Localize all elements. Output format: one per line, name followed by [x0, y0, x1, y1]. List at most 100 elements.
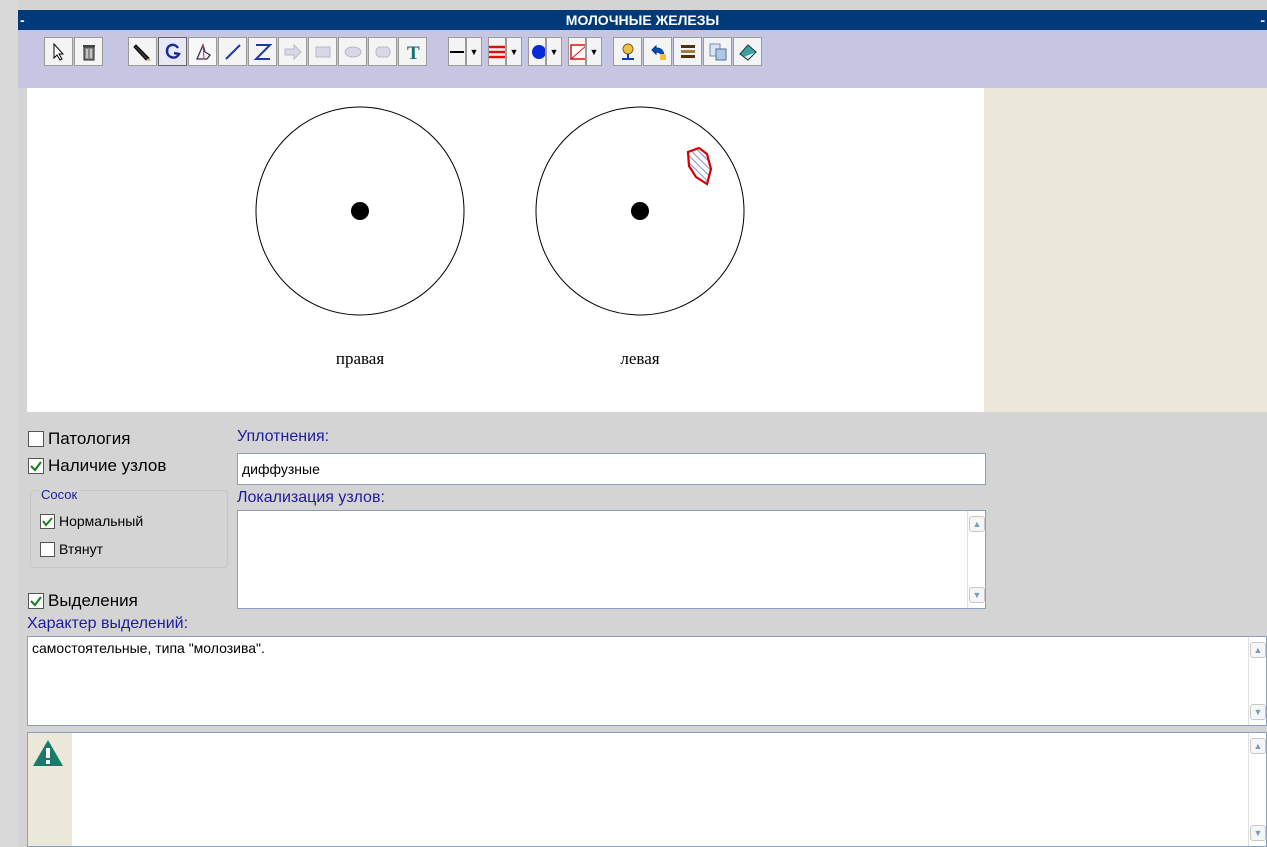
discharge-checkbox-row[interactable]: Выделения: [28, 591, 138, 611]
scroll-down-button[interactable]: ▼: [969, 587, 985, 603]
left-nipple-marker: [631, 202, 649, 220]
line-tool-button[interactable]: [218, 37, 247, 66]
stamp-icon: [621, 43, 634, 60]
dropdown-arrow-icon: ▼: [469, 46, 479, 57]
scroll-up-button[interactable]: ▲: [969, 516, 985, 532]
left-breast-label: левая: [620, 349, 659, 368]
svg-text:T: T: [407, 43, 420, 62]
eraser-icon: [738, 43, 757, 61]
breast-diagram-canvas[interactable]: правая левая: [27, 88, 984, 412]
nipple-normal-label: Нормальный: [59, 513, 144, 529]
line-width-icon: [489, 45, 505, 58]
line-style-dropdown[interactable]: ▼: [466, 37, 482, 66]
rectangle-icon: [315, 46, 330, 57]
line-width-dropdown[interactable]: ▼: [506, 37, 522, 66]
freehand-shape-tool-button[interactable]: [158, 37, 187, 66]
nodes-label: Наличие узлов: [48, 456, 167, 475]
breast-diagram: правая левая: [255, 106, 745, 368]
rounded-rect-tool-button[interactable]: [368, 37, 397, 66]
nipple-normal-checkbox[interactable]: [40, 513, 55, 529]
nodes-location-label: Локализация узлов:: [237, 489, 385, 506]
zigzag-icon: [253, 43, 272, 60]
checkmark-icon: [42, 516, 53, 527]
scroll-down-icon: ▼: [1253, 828, 1263, 838]
properties-icon: [680, 44, 695, 58]
nipple-normal-row[interactable]: Нормальный: [40, 513, 143, 529]
canvas-side-panel: [984, 88, 1267, 412]
discharge-checkbox[interactable]: [28, 593, 44, 609]
text-tool-button[interactable]: T: [398, 37, 427, 66]
right-breast-label: правая: [336, 349, 384, 368]
lasso-icon: [165, 43, 181, 59]
pencil-icon: [132, 43, 151, 61]
copy-icon: [709, 43, 726, 60]
cursor-arrow-icon: [53, 42, 64, 61]
ellipse-tool-button[interactable]: [338, 37, 367, 66]
discharge-character-text: самостоятельные, типа "молозива".: [32, 640, 265, 656]
warning-notes-field[interactable]: ▲ ▼: [27, 732, 1267, 847]
nodes-location-scrollbar[interactable]: ▲ ▼: [967, 511, 985, 608]
discharge-character-scrollbar[interactable]: ▲ ▼: [1248, 637, 1266, 725]
fill-tool-button[interactable]: [188, 37, 217, 66]
properties-button[interactable]: [673, 37, 702, 66]
rectangle-tool-button[interactable]: [308, 37, 337, 66]
dropdown-arrow-icon: ▼: [509, 46, 519, 57]
ellipse-icon: [344, 46, 361, 57]
undo-button[interactable]: [643, 37, 672, 66]
window-titlebar: - МОЛОЧНЫЕ ЖЕЛЕЗЫ -: [18, 10, 1267, 30]
fill-pattern-button[interactable]: [568, 37, 586, 66]
discharge-character-label: Характер выделений:: [27, 615, 189, 632]
pathology-checkbox[interactable]: [28, 431, 44, 447]
indurations-field[interactable]: диффузные: [237, 453, 986, 485]
nodes-checkbox[interactable]: [28, 458, 44, 474]
color-circle-icon: [532, 44, 545, 59]
pathology-label: Патология: [48, 429, 131, 448]
right-nipple-marker: [351, 202, 369, 220]
warning-icon: [33, 740, 63, 766]
scroll-up-button[interactable]: ▲: [1250, 738, 1266, 754]
line-style-button[interactable]: [448, 37, 466, 66]
arrow-shape-button[interactable]: [278, 37, 307, 66]
eraser-button[interactable]: [733, 37, 762, 66]
pencil-tool-button[interactable]: [128, 37, 157, 66]
copy-button[interactable]: [703, 37, 732, 66]
line-width-button[interactable]: [488, 37, 506, 66]
nipple-group-title: Сосок: [39, 487, 80, 502]
fill-color-button[interactable]: [528, 37, 546, 66]
warning-notes-scrollbar[interactable]: ▲ ▼: [1248, 733, 1266, 846]
line-style-icon: [450, 50, 464, 53]
nipple-retracted-row[interactable]: Втянут: [40, 541, 103, 557]
dropdown-arrow-icon: ▼: [549, 46, 559, 57]
stamp-tool-button[interactable]: [613, 37, 642, 66]
line-icon: [224, 43, 241, 60]
window-title: МОЛОЧНЫЕ ЖЕЛЕЗЫ: [565, 12, 720, 28]
scroll-down-button[interactable]: ▼: [1250, 704, 1266, 720]
delete-button[interactable]: [74, 37, 103, 66]
scroll-up-icon: ▲: [972, 519, 982, 529]
fill-color-dropdown[interactable]: ▼: [546, 37, 562, 66]
dropdown-arrow-icon: ▼: [589, 46, 599, 57]
drawing-toolbar: T ▼ ▼ ▼ ▼: [18, 30, 1267, 88]
nodes-location-field[interactable]: ▲ ▼: [237, 510, 986, 609]
text-icon: T: [407, 43, 420, 62]
checkmark-icon: [30, 596, 42, 607]
checkmark-icon: [30, 461, 42, 472]
hatch-pattern-icon: [570, 43, 585, 60]
pathology-checkbox-row[interactable]: Патология: [28, 429, 130, 449]
discharge-character-field[interactable]: самостоятельные, типа "молозива". ▲ ▼: [27, 636, 1267, 726]
scroll-up-button[interactable]: ▲: [1250, 642, 1266, 658]
scroll-up-icon: ▲: [1253, 741, 1263, 751]
undo-icon: [650, 44, 666, 60]
scroll-down-icon: ▼: [1253, 707, 1263, 717]
polyline-tool-button[interactable]: [248, 37, 277, 66]
nipple-retracted-checkbox[interactable]: [40, 541, 55, 557]
arrow-right-icon: [284, 43, 302, 60]
left-border: [0, 0, 8, 847]
discharge-label: Выделения: [48, 591, 138, 610]
titlebar-left-marker: -: [20, 12, 25, 28]
select-arrow-button[interactable]: [44, 37, 73, 66]
fill-pattern-dropdown[interactable]: ▼: [586, 37, 602, 66]
indurations-label: Уплотнения:: [237, 428, 330, 445]
scroll-down-button[interactable]: ▼: [1250, 825, 1266, 841]
nodes-checkbox-row[interactable]: Наличие узлов: [28, 456, 166, 476]
